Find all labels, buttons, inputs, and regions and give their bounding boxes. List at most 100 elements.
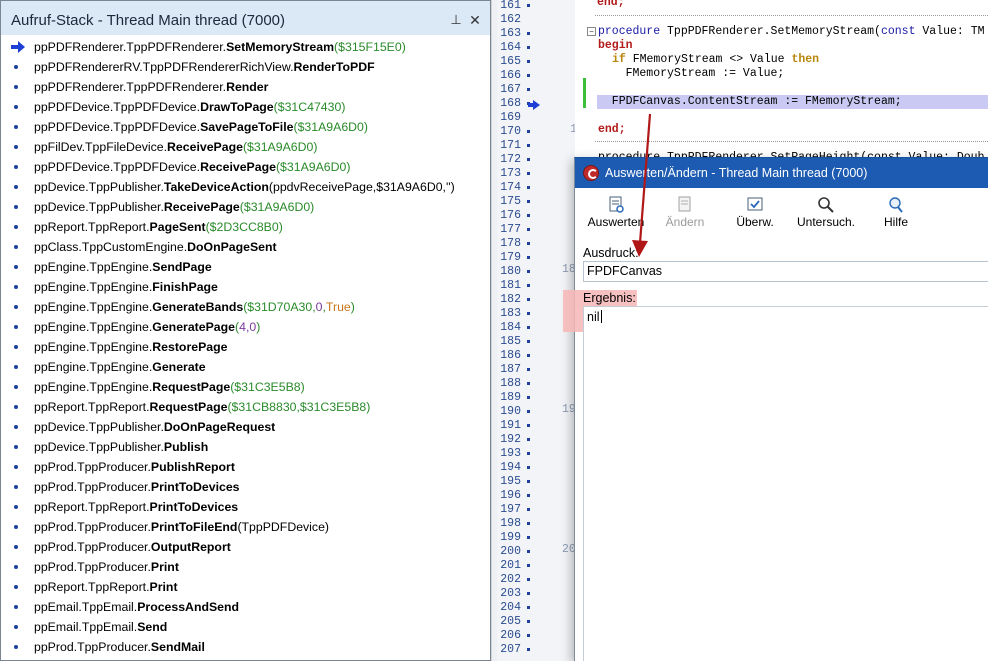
call-stack-frame[interactable]: ppDevice.TppPublisher.Publish — [1, 437, 490, 457]
breakpoint-slot-dot[interactable] — [527, 186, 530, 189]
breakpoint-slot-dot[interactable] — [527, 214, 530, 217]
breakpoint-slot-dot[interactable] — [527, 60, 530, 63]
breakpoint-slot-dot[interactable] — [527, 522, 530, 525]
breakpoint-slot-dot[interactable] — [527, 494, 530, 497]
call-stack-frame[interactable]: ppEmail.TppEmail.ProcessAndSend — [1, 597, 490, 617]
breakpoint-slot-dot[interactable] — [527, 368, 530, 371]
breakpoint-slot-dot[interactable] — [527, 424, 530, 427]
frame-args-close: ) — [256, 320, 261, 334]
breakpoint-slot-dot[interactable] — [527, 200, 530, 203]
call-stack-frame[interactable]: ppProd.TppProducer.PrintToDevices — [1, 477, 490, 497]
breakpoint-slot-dot[interactable] — [527, 382, 530, 385]
breakpoint-slot-dot[interactable] — [527, 74, 530, 77]
call-stack-frame[interactable]: ppDevice.TppPublisher.TakeDeviceAction(p… — [1, 177, 490, 197]
breakpoint-slot-dot[interactable] — [527, 564, 530, 567]
help-button[interactable]: Hilfe — [871, 193, 921, 241]
breakpoint-slot-dot[interactable] — [527, 32, 530, 35]
frame-bullet-icon — [14, 325, 18, 329]
call-stack-frame[interactable]: ppEngine.TppEngine.GeneratePage(4,0) — [1, 317, 490, 337]
result-textarea[interactable]: nil — [583, 306, 988, 661]
breakpoint-slot-dot[interactable] — [527, 144, 530, 147]
breakpoint-slot-dot[interactable] — [527, 88, 530, 91]
frame-bullet-icon — [14, 245, 18, 249]
call-stack-frame[interactable]: ppReport.TppReport.PrintToDevices — [1, 497, 490, 517]
call-stack-frame[interactable]: ppProd.TppProducer.PrintToFileEnd(TppPDF… — [1, 517, 490, 537]
breakpoint-slot-dot[interactable] — [527, 228, 530, 231]
breakpoint-slot-dot[interactable] — [527, 592, 530, 595]
breakpoint-slot-dot[interactable] — [527, 4, 530, 7]
call-stack-frame[interactable]: ppReport.TppReport.Print — [1, 577, 490, 597]
frame-function: FinishPage — [152, 280, 218, 294]
call-stack-frame[interactable]: ppProd.TppProducer.Print — [1, 557, 490, 577]
call-stack-frame[interactable]: ppProd.TppProducer.PublishReport — [1, 457, 490, 477]
call-stack-frame[interactable]: ppPDFRenderer.TppPDFRenderer.SetMemorySt… — [1, 37, 490, 57]
call-stack-frame[interactable]: ppEngine.TppEngine.Generate — [1, 357, 490, 377]
call-stack-frame[interactable]: ppDevice.TppPublisher.DoOnPageRequest — [1, 417, 490, 437]
close-icon[interactable]: ✕ — [467, 12, 483, 28]
call-stack-frame[interactable]: ppPDFRendererRV.TppPDFRendererRichView.R… — [1, 57, 490, 77]
frame-function: Publish — [163, 440, 209, 454]
breakpoint-slot-dot[interactable] — [527, 340, 530, 343]
call-stack-frame[interactable]: ppEngine.TppEngine.FinishPage — [1, 277, 490, 297]
expression-input[interactable]: FPDFCanvas — [583, 261, 988, 282]
frame-number-arg: 0 — [315, 300, 323, 314]
call-stack-frame[interactable]: ppPDFRenderer.TppPDFRenderer.Render — [1, 77, 490, 97]
breakpoint-slot-dot[interactable] — [527, 270, 530, 273]
breakpoint-slot-dot[interactable] — [527, 480, 530, 483]
call-stack-frame[interactable]: ppDevice.TppPublisher.ReceivePage($31A9A… — [1, 197, 490, 217]
breakpoint-slot-dot[interactable] — [527, 550, 530, 553]
frame-unit: ppEmail.TppEmail. — [34, 620, 138, 634]
line-number: 182 — [500, 293, 521, 306]
breakpoint-slot-dot[interactable] — [527, 466, 530, 469]
breakpoint-slot-dot[interactable] — [527, 312, 530, 315]
call-stack-frame[interactable]: ppEngine.TppEngine.SendPage — [1, 257, 490, 277]
breakpoint-slot-dot[interactable] — [527, 452, 530, 455]
dialog-titlebar[interactable]: Auswerten/Ändern - Thread Main thread (7… — [575, 158, 988, 188]
line-number: 187 — [500, 363, 521, 376]
breakpoint-slot-dot[interactable] — [527, 508, 530, 511]
breakpoint-slot-dot[interactable] — [527, 326, 530, 329]
breakpoint-slot-dot[interactable] — [527, 354, 530, 357]
call-stack-frame[interactable]: ppEngine.TppEngine.RequestPage($31C3E5B8… — [1, 377, 490, 397]
breakpoint-slot-dot[interactable] — [527, 648, 530, 651]
breakpoint-slot-dot[interactable] — [527, 256, 530, 259]
call-stack-frame[interactable]: ppReport.TppReport.RequestPage($31CB8830… — [1, 397, 490, 417]
breakpoint-slot-dot[interactable] — [527, 634, 530, 637]
breakpoint-slot-dot[interactable] — [527, 242, 530, 245]
breakpoint-slot-dot[interactable] — [527, 172, 530, 175]
breakpoint-slot-dot[interactable] — [527, 130, 530, 133]
breakpoint-slot-dot[interactable] — [527, 606, 530, 609]
dialog-toolbar: Auswerten Ändern Überw. Untersuch. Hilfe — [575, 188, 988, 244]
call-stack-frame[interactable]: ppPDFDevice.TppPDFDevice.SavePageToFile(… — [1, 117, 490, 137]
call-stack-frame[interactable]: ppFilDev.TppFileDevice.ReceivePage($31A9… — [1, 137, 490, 157]
pin-icon[interactable]: ⊥ — [448, 12, 464, 28]
breakpoint-slot-dot[interactable] — [527, 158, 530, 161]
call-stack-frame[interactable]: ppPDFDevice.TppPDFDevice.ReceivePage($31… — [1, 157, 490, 177]
inspect-button[interactable]: Untersuch. — [793, 193, 859, 241]
breakpoint-slot-dot[interactable] — [527, 284, 530, 287]
breakpoint-slot-dot[interactable] — [527, 410, 530, 413]
breakpoint-slot-dot[interactable] — [527, 620, 530, 623]
call-stack-frame[interactable]: ppEmail.TppEmail.Send — [1, 617, 490, 637]
watch-button[interactable]: Überw. — [725, 193, 785, 241]
breakpoint-slot-dot[interactable] — [527, 396, 530, 399]
breakpoint-slot-dot[interactable] — [527, 438, 530, 441]
frame-unit: ppProd.TppProducer. — [34, 640, 151, 654]
breakpoint-slot-dot[interactable] — [527, 536, 530, 539]
call-stack-frame[interactable]: ppReport.TppReport.PageSent($2D3CC8B0) — [1, 217, 490, 237]
evaluate-button[interactable]: Auswerten — [581, 193, 651, 241]
frame-text: ppPDFDevice.TppPDFDevice.ReceivePage($31… — [34, 157, 350, 177]
call-stack-frame[interactable]: ppProd.TppProducer.SendMail — [1, 637, 490, 657]
call-stack-frame[interactable]: ppEngine.TppEngine.RestorePage — [1, 337, 490, 357]
breakpoint-slot-dot[interactable] — [527, 298, 530, 301]
modify-button[interactable]: Ändern — [655, 193, 715, 241]
frame-function: SendPage — [152, 260, 212, 274]
breakpoint-slot-dot[interactable] — [527, 46, 530, 49]
line-number: 173 — [500, 167, 521, 180]
breakpoint-slot-dot[interactable] — [527, 578, 530, 581]
call-stack-frame[interactable]: ppProd.TppProducer.OutputReport — [1, 537, 490, 557]
delphi-logo-icon — [583, 165, 599, 181]
call-stack-frame[interactable]: ppEngine.TppEngine.GenerateBands($31D70A… — [1, 297, 490, 317]
call-stack-frame[interactable]: ppPDFDevice.TppPDFDevice.DrawToPage($31C… — [1, 97, 490, 117]
call-stack-frame[interactable]: ppClass.TppCustomEngine.DoOnPageSent — [1, 237, 490, 257]
